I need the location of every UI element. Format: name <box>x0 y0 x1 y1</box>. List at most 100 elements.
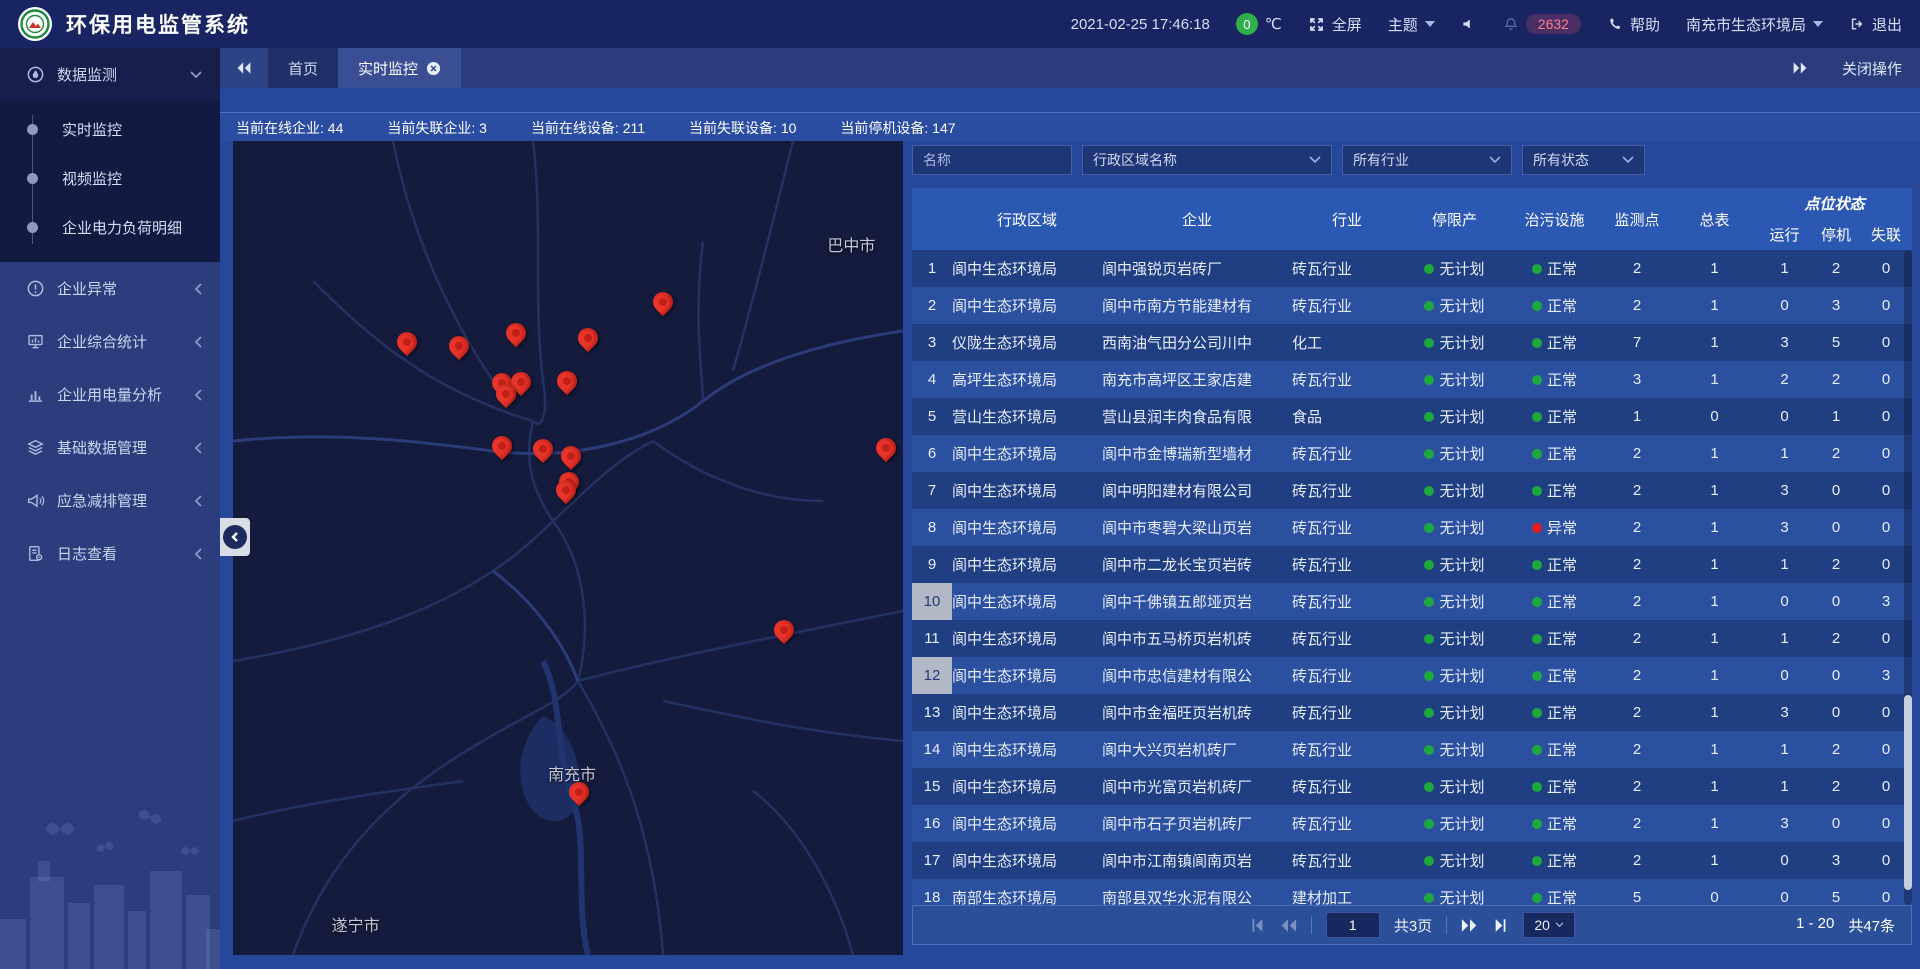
fullscreen-button[interactable]: 全屏 <box>1308 14 1362 35</box>
map-canvas[interactable]: 巴中市南充市遂宁市 <box>233 141 903 955</box>
cell-meters: 1 <box>1672 620 1757 657</box>
status-dot-icon <box>1532 264 1542 274</box>
table-row[interactable]: 17阆中生态环境局阆中市江南镇阆南页岩砖瓦行业无计划正常21030 <box>912 842 1912 879</box>
cell-company: 西南油气田分公司川中 <box>1102 324 1292 361</box>
scrollbar-thumb[interactable] <box>1904 695 1912 890</box>
tabs-scroll-left-button[interactable] <box>220 48 268 88</box>
cell-industry: 砖瓦行业 <box>1292 546 1402 583</box>
chevron-left-icon <box>194 548 202 560</box>
stats-icon <box>26 332 45 351</box>
cell-stop: 无计划 <box>1402 398 1507 435</box>
notification-area[interactable]: 2632 <box>1503 14 1581 34</box>
temperature-value: 0 <box>1236 13 1258 35</box>
status-select[interactable]: 所有状态 <box>1522 145 1645 175</box>
map-pin[interactable] <box>505 321 527 349</box>
cell-stop: 无计划 <box>1402 250 1507 287</box>
table-row[interactable]: 14阆中生态环境局阆中大兴页岩机砖厂砖瓦行业无计划正常21120 <box>912 731 1912 768</box>
status-dot-icon <box>1424 634 1434 644</box>
cell-region: 阆中生态环境局 <box>952 620 1102 657</box>
status-dot-icon <box>1532 819 1542 829</box>
divider <box>1446 916 1447 934</box>
cell-meters: 1 <box>1672 509 1757 546</box>
table-row[interactable]: 16阆中生态环境局阆中市石子页岩机砖厂砖瓦行业无计划正常21300 <box>912 805 1912 842</box>
tab-home[interactable]: 首页 <box>268 48 338 88</box>
table-row[interactable]: 6阆中生态环境局阆中市金博瑞新型墙材砖瓦行业无计划正常21120 <box>912 435 1912 472</box>
sound-toggle[interactable] <box>1461 16 1477 32</box>
cell-industry: 砖瓦行业 <box>1292 805 1402 842</box>
prev-page-button[interactable] <box>1279 918 1297 933</box>
cell-company: 阆中市光富页岩机砖厂 <box>1102 768 1292 805</box>
table-row[interactable]: 7阆中生态环境局阆中明阳建材有限公司砖瓦行业无计划正常21300 <box>912 472 1912 509</box>
map-pin[interactable] <box>560 444 582 472</box>
map-pin[interactable] <box>448 334 470 362</box>
page-size-select[interactable]: 20 <box>1523 912 1575 938</box>
status-dot-icon <box>1532 523 1542 533</box>
map-pin[interactable] <box>773 618 795 646</box>
table-row[interactable]: 13阆中生态环境局阆中市金福旺页岩机砖砖瓦行业无计划正常21300 <box>912 694 1912 731</box>
sidebar-item-base-data[interactable]: 基础数据管理 <box>0 421 220 474</box>
cell-company: 阆中市金福旺页岩机砖 <box>1102 694 1292 731</box>
map-pin[interactable] <box>555 478 577 506</box>
first-page-button[interactable] <box>1249 918 1265 933</box>
table-row[interactable]: 8阆中生态环境局阆中市枣碧大梁山页岩砖瓦行业无计划异常21300 <box>912 509 1912 546</box>
tab-realtime[interactable]: 实时监控 <box>338 48 461 88</box>
status-label: 正常 <box>1547 480 1577 501</box>
status-label: 正常 <box>1547 702 1577 723</box>
table-row[interactable]: 4高坪生态环境局南充市高坪区王家店建砖瓦行业无计划正常31220 <box>912 361 1912 398</box>
table-scrollbar[interactable] <box>1904 250 1912 905</box>
pin-head-icon <box>488 432 516 460</box>
table-row[interactable]: 2阆中生态环境局阆中市南方节能建材有砖瓦行业无计划正常21030 <box>912 287 1912 324</box>
cell-facility: 异常 <box>1507 509 1602 546</box>
cell-facility: 正常 <box>1507 435 1602 472</box>
total-pages-label: 共3页 <box>1394 915 1432 936</box>
map-pin[interactable] <box>875 436 897 464</box>
status-dot-icon <box>1532 745 1542 755</box>
table-row[interactable]: 18南部生态环境局南部县双华水泥有限公建材加工无计划正常50050 <box>912 879 1912 905</box>
sidebar-item-emergency-reduction[interactable]: 应急减排管理 <box>0 474 220 527</box>
map-pin[interactable] <box>652 290 674 318</box>
help-button[interactable]: 帮助 <box>1607 14 1660 35</box>
last-page-button[interactable] <box>1493 918 1509 933</box>
sidebar-item-data-monitoring[interactable]: 数据监测 <box>0 48 220 101</box>
sidebar-subitem-power-load-detail[interactable]: 企业电力负荷明细 <box>0 203 220 252</box>
sidebar-item-enterprise-abnormal[interactable]: 企业异常 <box>0 262 220 315</box>
map-pin[interactable] <box>495 382 517 410</box>
table-row[interactable]: 15阆中生态环境局阆中市光富页岩机砖厂砖瓦行业无计划正常21120 <box>912 768 1912 805</box>
region-select[interactable]: 行政区域名称 <box>1082 145 1332 175</box>
status-label: 正常 <box>1547 776 1577 797</box>
pin-head-icon <box>529 435 557 463</box>
map-pin[interactable] <box>396 330 418 358</box>
sidebar-item-enterprise-stats[interactable]: 企业综合统计 <box>0 315 220 368</box>
next-page-button[interactable] <box>1461 918 1479 933</box>
table-row[interactable]: 10阆中生态环境局阆中千佛镇五郎垭页岩砖瓦行业无计划正常21003 <box>912 583 1912 620</box>
industry-select[interactable]: 所有行业 <box>1342 145 1512 175</box>
status-label: 无计划 <box>1439 480 1484 501</box>
table-row[interactable]: 9阆中生态环境局阆中市二龙长宝页岩砖砖瓦行业无计划正常21120 <box>912 546 1912 583</box>
table-row[interactable]: 5营山生态环境局营山县润丰肉食品有限食品无计划正常10010 <box>912 398 1912 435</box>
double-chevron-right-icon[interactable] <box>1792 61 1808 75</box>
table-row[interactable]: 3仪陇生态环境局西南油气田分公司川中化工无计划正常71350 <box>912 324 1912 361</box>
theme-dropdown[interactable]: 主题 <box>1388 14 1435 35</box>
map-pin[interactable] <box>532 437 554 465</box>
map-pin[interactable] <box>556 369 578 397</box>
sidebar-subitem-video-monitor[interactable]: 视频监控 <box>0 154 220 203</box>
map-pin[interactable] <box>491 434 513 462</box>
sidebar-collapse-button[interactable] <box>220 518 250 556</box>
sidebar-item-power-usage-analysis[interactable]: 企业用电量分析 <box>0 368 220 421</box>
pin-head-icon <box>649 287 677 315</box>
cell-industry: 砖瓦行业 <box>1292 842 1402 879</box>
name-search-input[interactable] <box>912 145 1072 175</box>
table-row[interactable]: 12阆中生态环境局阆中市忠信建材有限公砖瓦行业无计划正常21003 <box>912 657 1912 694</box>
sidebar-subitem-realtime-monitor[interactable]: 实时监控 <box>0 105 220 154</box>
page-number-input[interactable] <box>1326 912 1380 938</box>
map-pin[interactable] <box>568 780 590 808</box>
table-row[interactable]: 11阆中生态环境局阆中市五马桥页岩机砖砖瓦行业无计划正常21120 <box>912 620 1912 657</box>
map-pin[interactable] <box>577 326 599 354</box>
org-dropdown[interactable]: 南充市生态环境局 <box>1686 14 1823 35</box>
sidebar-item-log-view[interactable]: 日志查看 <box>0 527 220 580</box>
table-row[interactable]: 1阆中生态环境局阆中强锐页岩砖厂砖瓦行业无计划正常21120 <box>912 250 1912 287</box>
close-operations-button[interactable]: 关闭操作 <box>1842 58 1902 79</box>
logout-button[interactable]: 退出 <box>1849 14 1902 35</box>
status-label: 无计划 <box>1439 406 1484 427</box>
status-dot-icon <box>1424 523 1434 533</box>
